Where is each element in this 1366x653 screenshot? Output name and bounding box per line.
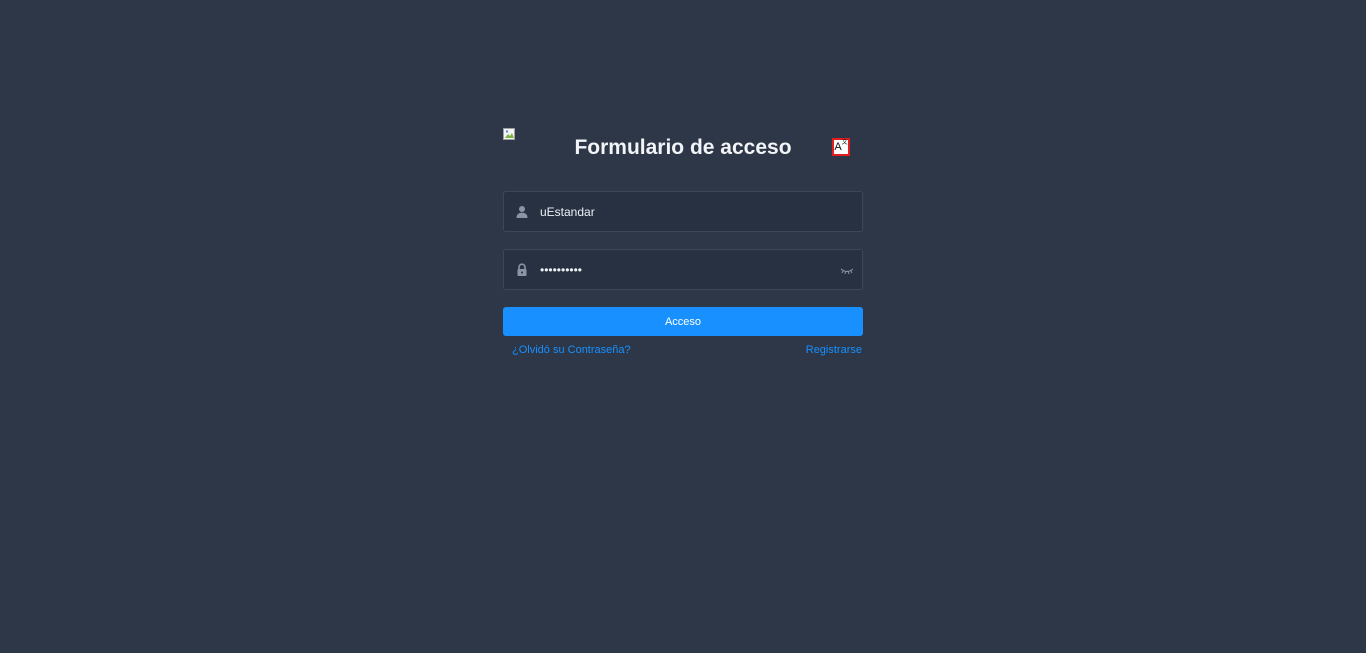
password-field[interactable] — [503, 249, 863, 290]
language-button-label: A — [834, 141, 842, 153]
language-button[interactable]: A文 — [832, 138, 850, 156]
username-input[interactable] — [540, 192, 830, 231]
page-title: Formulario de acceso — [574, 136, 792, 159]
login-button[interactable]: Acceso — [503, 307, 863, 336]
password-input[interactable] — [540, 250, 830, 289]
login-form: Formulario de acceso A文 uEstandar Acceso… — [503, 128, 863, 356]
translate-icon: 文 — [841, 140, 848, 146]
login-header: Formulario de acceso A文 — [503, 128, 863, 168]
user-icon — [515, 205, 529, 219]
forgot-password-link[interactable]: ¿Olvidó su Contraseña? — [512, 344, 631, 356]
eye-closed-icon[interactable] — [840, 263, 854, 277]
lock-icon — [515, 263, 529, 277]
register-link[interactable]: Registrarse — [806, 344, 862, 356]
form-links: ¿Olvidó su Contraseña? Registrarse — [503, 344, 863, 360]
username-field[interactable] — [503, 191, 863, 232]
